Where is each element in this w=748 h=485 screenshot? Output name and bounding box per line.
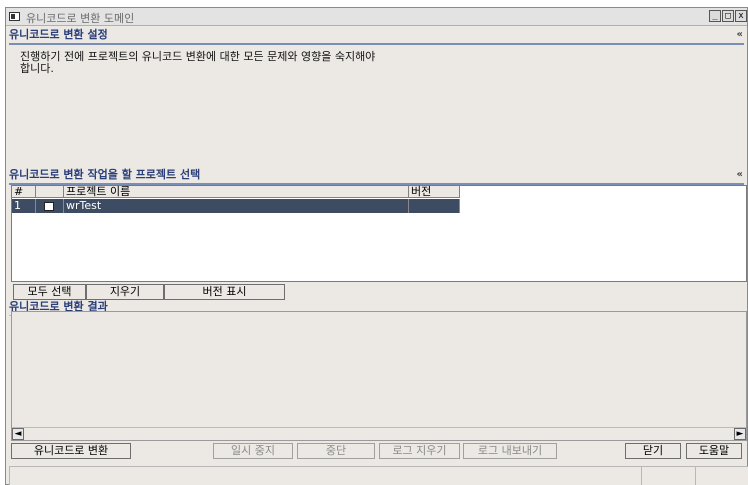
column-header-version[interactable]: 버전 [409, 186, 460, 197]
settings-section-header: 유니코드로 변환 설정 « [6, 28, 747, 42]
window-title: 유니코드로 변환 도메인 [26, 12, 135, 25]
column-header-check[interactable] [36, 186, 64, 197]
settings-description: 진행하기 전에 프로젝트의 유니코드 변환에 대한 모든 문제와 영향을 숙지해… [20, 51, 410, 75]
scroll-right-icon[interactable]: ► [734, 428, 746, 440]
clear-log-button[interactable]: 로그 지우기 [379, 443, 460, 459]
column-header-project-name[interactable]: 프로젝트 이름 [64, 186, 409, 197]
close-window-button[interactable]: x [735, 10, 747, 22]
pause-button[interactable]: 일시 중지 [213, 443, 293, 459]
scroll-left-icon[interactable]: ◄ [12, 428, 24, 440]
export-log-button[interactable]: 로그 내보내기 [463, 443, 557, 459]
projects-section-header: 유니코드로 변환 작업을 할 프로젝트 선택 « [6, 168, 747, 182]
status-divider-1 [641, 467, 642, 485]
show-version-button[interactable]: 버전 표시 [164, 284, 285, 300]
row-checkbox-cell [36, 199, 64, 213]
unicode-conversion-window: 유니코드로 변환 도메인 _ □ x 유니코드로 변환 설정 « 진행하기 전에… [5, 7, 748, 485]
table-row[interactable]: 1 wrTest [12, 199, 460, 213]
grid-header: # 프로젝트 이름 버전 [12, 186, 460, 198]
minimize-button[interactable]: _ [709, 10, 721, 22]
column-header-number[interactable]: # [12, 186, 36, 197]
status-divider-2 [695, 467, 696, 485]
select-all-button[interactable]: 모두 선택 [13, 284, 86, 300]
title-bar[interactable]: 유니코드로 변환 도메인 _ □ x [6, 8, 747, 26]
window-icon [9, 12, 20, 21]
description-line-1: 진행하기 전에 프로젝트의 유니코드 변환에 대한 모든 문제와 영향을 숙지해… [20, 50, 376, 63]
settings-header-label: 유니코드로 변환 설정 [9, 28, 108, 41]
status-bar [9, 466, 748, 485]
collapse-projects-icon[interactable]: « [737, 168, 743, 182]
convert-to-unicode-button[interactable]: 유니코드로 변환 [11, 443, 131, 459]
row-number: 1 [12, 199, 36, 213]
stop-button[interactable]: 중단 [297, 443, 375, 459]
project-version-cell [409, 199, 460, 213]
settings-divider [9, 43, 744, 45]
maximize-button[interactable]: □ [722, 10, 734, 22]
help-button[interactable]: 도움말 [686, 443, 742, 459]
project-name-cell: wrTest [64, 199, 409, 213]
close-button[interactable]: 닫기 [625, 443, 681, 459]
collapse-settings-icon[interactable]: « [737, 28, 743, 42]
project-checkbox[interactable] [44, 202, 54, 211]
horizontal-scrollbar[interactable]: ◄ ► [12, 427, 746, 440]
clear-selection-button[interactable]: 지우기 [86, 284, 164, 300]
conversion-results-log[interactable]: ◄ ► [11, 311, 747, 441]
description-line-2: 합니다. [20, 62, 54, 75]
projects-header-label: 유니코드로 변환 작업을 할 프로젝트 선택 [9, 168, 201, 181]
project-grid[interactable]: # 프로젝트 이름 버전 1 wrTest [11, 185, 747, 282]
